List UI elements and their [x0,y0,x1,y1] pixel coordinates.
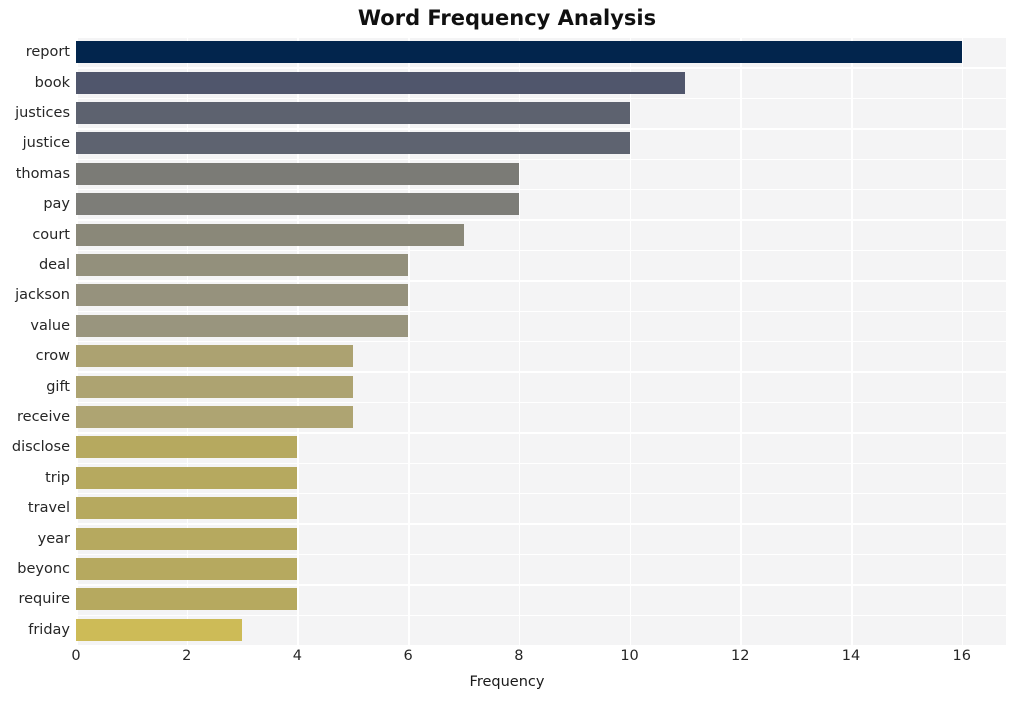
bar [76,254,409,276]
bar [76,527,298,550]
horizontal-gridline [76,493,1006,495]
bar [76,284,409,307]
y-axis-tick-label: gift [46,378,70,395]
bar [76,132,630,155]
bar [76,497,298,520]
bar [76,223,464,246]
bar [76,193,519,216]
horizontal-gridline [76,310,1006,312]
horizontal-gridline [76,371,1006,373]
y-axis-tick-label: justice [22,135,70,152]
y-axis-tick-label: receive [17,409,70,425]
x-axis-tick-label: 8 [514,648,524,664]
bar [76,618,243,641]
x-axis-tick-label: 14 [841,648,861,664]
bar [76,71,685,94]
y-axis-tick-label: jackson [15,287,70,304]
bar [76,466,298,489]
y-axis-tick-label: book [34,74,70,91]
horizontal-gridline [76,614,1006,616]
vertical-gridline [186,37,189,645]
bar [76,436,298,459]
bar [76,375,353,398]
y-axis-tick-label: value [30,317,70,334]
horizontal-gridline [76,341,1006,343]
horizontal-gridline [76,584,1006,586]
bar [76,41,962,64]
x-axis-tick-label: 4 [292,648,303,664]
vertical-gridline [297,37,300,645]
plot-area [76,37,1006,645]
y-axis-tick-label: pay [43,196,70,213]
horizontal-gridline [76,401,1006,404]
vertical-gridline [518,37,521,645]
y-axis-tick-label: crow [35,348,70,365]
horizontal-gridline [76,37,1006,39]
x-axis-tick-label: 0 [71,648,81,664]
horizontal-gridline [76,97,1006,100]
y-axis-tick-label: trip [45,469,70,486]
vertical-gridline [629,37,632,645]
y-axis-tick-label: deal [38,257,70,273]
vertical-gridline [740,37,742,645]
bar [76,102,630,124]
vertical-gridline [961,37,964,645]
horizontal-gridline [76,67,1006,69]
word-frequency-bar-chart: Word Frequency Analysis report book justic… [0,0,1014,701]
x-axis-tick-label: 2 [182,648,192,664]
y-axis-tick-label: travel [27,500,70,517]
bar [76,314,409,337]
y-axis-tick-label: beyonc [17,561,70,577]
bar [76,406,353,428]
bar [76,588,298,611]
bar [76,558,298,580]
x-axis-tick-label: 6 [403,648,413,664]
horizontal-gridline [76,432,1006,434]
y-axis-tick-label: thomas [15,165,70,182]
y-axis-tick-label: report [25,44,70,61]
y-axis-tick-label: year [37,530,70,547]
bar [76,162,519,185]
horizontal-gridline [76,249,1006,252]
horizontal-gridline [76,523,1006,525]
x-axis-title: Frequency [469,674,545,690]
x-axis-tick-label: 16 [952,648,971,664]
vertical-gridline [851,37,853,645]
y-axis-tick-label: friday [28,621,70,638]
horizontal-gridline [76,280,1006,282]
horizontal-gridline [76,189,1006,191]
horizontal-gridline [76,128,1006,130]
vertical-gridline [76,37,78,645]
x-axis-tick-label: 12 [731,648,750,664]
horizontal-gridline [76,553,1006,556]
bar [76,345,353,368]
x-axis-tick-labels: 0 2 4 6 8 10 12 14 16 [0,648,1014,672]
chart-title: Word Frequency Analysis [357,6,657,30]
x-axis-tick-label: 10 [620,648,639,664]
horizontal-gridline [76,158,1006,160]
y-axis-tick-labels: report book justices justice thomas pay court d… [0,37,70,645]
y-axis-tick-label: require [18,591,70,608]
y-axis-tick-label: justices [15,105,70,121]
horizontal-gridline [76,462,1006,464]
y-axis-tick-label: disclose [11,439,70,456]
horizontal-gridline [76,219,1006,221]
y-axis-tick-label: court [32,226,70,243]
vertical-gridline [408,37,410,645]
